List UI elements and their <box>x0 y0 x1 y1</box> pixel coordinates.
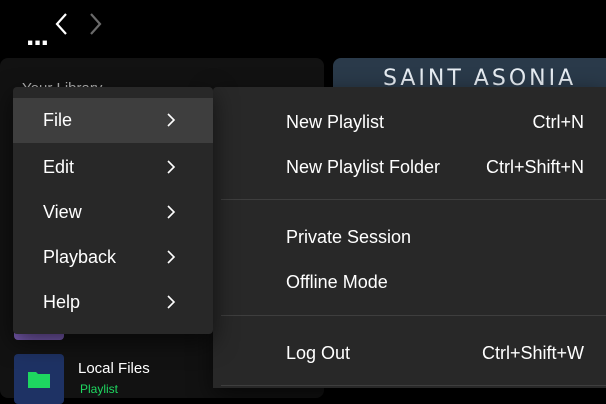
menu-item-playback[interactable]: Playback <box>13 235 213 280</box>
chevron-right-icon <box>167 295 176 309</box>
chevron-right-icon <box>167 250 176 264</box>
main-menu: File Edit View Playback Help <box>13 87 213 334</box>
chevron-right-icon <box>90 13 102 35</box>
menu-item-view[interactable]: View <box>13 190 213 235</box>
file-submenu: New Playlist Ctrl+N New Playlist Folder … <box>213 87 606 388</box>
menu-item-label: Edit <box>43 157 75 177</box>
menu-item-label: View <box>43 202 82 222</box>
more-menu-button[interactable]: ... <box>26 21 49 51</box>
menu-item-label: New Playlist <box>286 112 385 132</box>
menu-item-new-playlist-folder[interactable]: New Playlist Folder Ctrl+Shift+N <box>213 145 606 190</box>
menu-item-help[interactable]: Help <box>13 280 213 325</box>
menu-item-log-out[interactable]: Log Out Ctrl+Shift+W <box>213 331 606 376</box>
menu-item-label: Private Session <box>286 227 412 247</box>
menu-item-label: Playback <box>43 247 117 267</box>
menu-item-new-playlist[interactable]: New Playlist Ctrl+N <box>213 100 606 145</box>
local-files-cover <box>14 354 64 404</box>
menu-item-edit[interactable]: Edit <box>13 145 213 190</box>
menu-item-file[interactable]: File <box>13 98 213 143</box>
menu-item-label: Log Out <box>286 343 351 363</box>
back-button[interactable] <box>51 10 71 38</box>
menu-item-label: New Playlist Folder <box>286 157 441 177</box>
local-files-title: Local Files <box>78 360 150 377</box>
menu-item-shortcut: Ctrl+Shift+W <box>481 343 584 363</box>
menu-item-label: File <box>43 110 73 130</box>
local-files-subtitle: Playlist <box>80 382 119 396</box>
chevron-right-icon <box>167 113 176 127</box>
menu-item-shortcut: Ctrl+Shift+N <box>485 157 584 177</box>
menu-divider <box>221 199 606 200</box>
chevron-left-icon <box>55 13 67 35</box>
menu-item-offline-mode[interactable]: Offline Mode <box>213 260 606 305</box>
menu-divider <box>221 385 606 386</box>
menu-item-label: Help <box>43 292 81 312</box>
chevron-right-icon <box>167 205 176 219</box>
top-bar: ... <box>0 0 606 52</box>
menu-item-private-session[interactable]: Private Session <box>213 215 606 260</box>
chevron-right-icon <box>167 160 176 174</box>
forward-button[interactable] <box>86 10 106 38</box>
menu-item-label: Offline Mode <box>286 272 388 292</box>
menu-item-shortcut: Ctrl+N <box>532 112 584 132</box>
folder-icon <box>28 372 50 388</box>
menu-divider <box>221 315 606 316</box>
